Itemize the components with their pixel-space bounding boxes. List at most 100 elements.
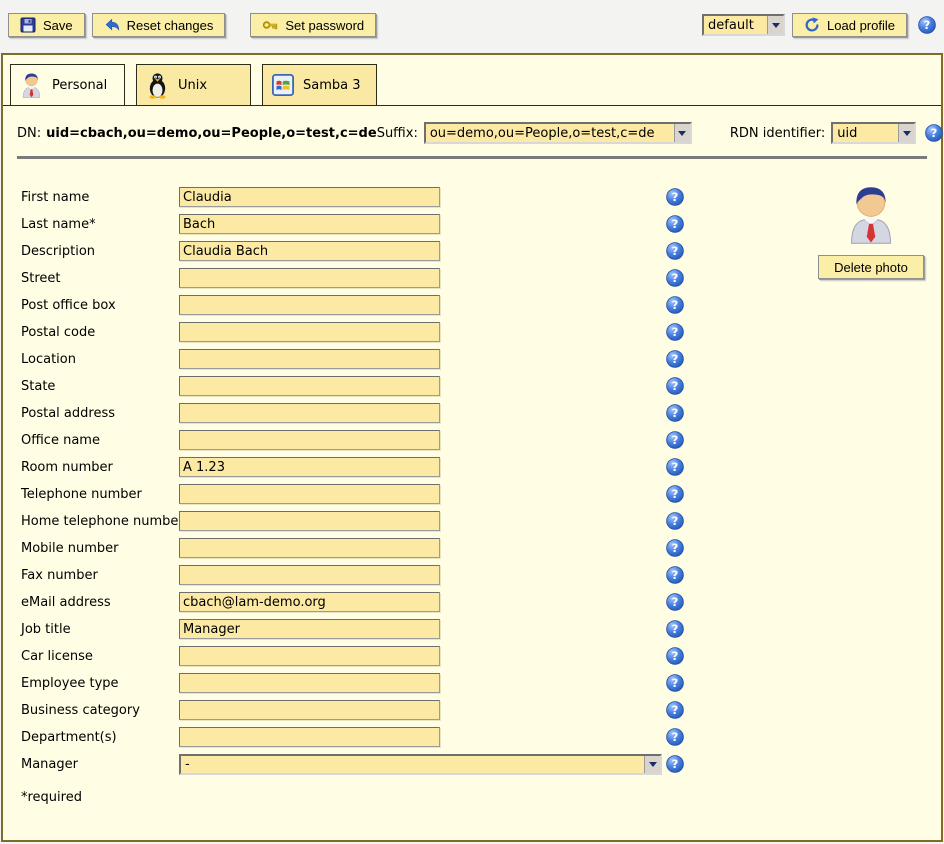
tab-unix-label: Unix — [178, 78, 207, 93]
help-icon[interactable]: ? — [666, 701, 684, 719]
svg-text:?: ? — [672, 271, 679, 285]
help-icon[interactable]: ? — [666, 593, 684, 611]
dropdown-arrow-icon[interactable] — [898, 124, 914, 142]
home-telephone-number-input[interactable] — [179, 511, 440, 531]
help-icon[interactable]: ? — [925, 124, 943, 142]
first-name-input[interactable] — [179, 187, 440, 207]
dn-bar: DN: uid=cbach,ou=demo,ou=People,o=test,c… — [17, 122, 927, 144]
description-input[interactable] — [179, 241, 440, 261]
help-icon[interactable]: ? — [666, 269, 684, 287]
postal-address-input[interactable] — [179, 403, 440, 423]
help-icon[interactable]: ? — [666, 404, 684, 422]
field-label-postal-address: Postal address — [21, 406, 179, 421]
state-input[interactable] — [179, 376, 440, 396]
windows-logo-icon — [272, 74, 294, 96]
room-number-input[interactable] — [179, 457, 440, 477]
field-row: Business category? — [21, 700, 941, 720]
help-icon[interactable]: ? — [666, 674, 684, 692]
business-category-input[interactable] — [179, 700, 440, 720]
dropdown-arrow-icon[interactable] — [674, 124, 690, 142]
manager-select[interactable]: - — [179, 754, 662, 775]
field-row: Postal code? — [21, 322, 941, 342]
field-row: Fax number? — [21, 565, 941, 585]
street-input[interactable] — [179, 268, 440, 288]
help-icon[interactable]: ? — [666, 458, 684, 476]
help-icon[interactable]: ? — [666, 647, 684, 665]
postal-code-input[interactable] — [179, 322, 440, 342]
svg-text:?: ? — [672, 217, 679, 231]
delete-photo-button[interactable]: Delete photo — [818, 255, 924, 279]
post-office-box-input[interactable] — [179, 295, 440, 315]
job-title-input[interactable] — [179, 619, 440, 639]
help-icon[interactable]: ? — [666, 728, 684, 746]
reset-changes-button[interactable]: Reset changes — [92, 13, 226, 37]
help-icon[interactable]: ? — [666, 431, 684, 449]
field-row: State? — [21, 376, 941, 396]
field-row: Car license? — [21, 646, 941, 666]
mobile-number-input[interactable] — [179, 538, 440, 558]
suffix-select[interactable]: ou=demo,ou=People,o=test,c=de — [424, 122, 692, 144]
department-s-input[interactable] — [179, 727, 440, 747]
svg-text:?: ? — [672, 433, 679, 447]
field-row: Manager-? — [21, 754, 941, 774]
field-label-office-name: Office name — [21, 433, 179, 448]
field-row: Post office box? — [21, 295, 941, 315]
undo-arrow-icon — [104, 17, 120, 33]
help-icon[interactable]: ? — [666, 485, 684, 503]
telephone-number-input[interactable] — [179, 484, 440, 504]
svg-text:?: ? — [672, 649, 679, 663]
field-label-post-office-box: Post office box — [21, 298, 179, 313]
help-icon[interactable]: ? — [666, 242, 684, 260]
help-icon[interactable]: ? — [666, 755, 684, 773]
field-row: Job title? — [21, 619, 941, 639]
set-password-button[interactable]: Set password — [250, 13, 376, 37]
help-icon[interactable]: ? — [666, 188, 684, 206]
save-button-label: Save — [43, 18, 73, 33]
help-icon[interactable]: ? — [666, 296, 684, 314]
office-name-input[interactable] — [179, 430, 440, 450]
help-icon[interactable]: ? — [666, 620, 684, 638]
email-address-input[interactable] — [179, 592, 440, 612]
help-icon[interactable]: ? — [666, 539, 684, 557]
profile-select-value: default — [704, 16, 767, 34]
personal-form: First name?Last name*?Description?Street… — [3, 159, 941, 805]
suffix-select-value: ou=demo,ou=People,o=test,c=de — [426, 124, 674, 142]
field-label-location: Location — [21, 352, 179, 367]
location-input[interactable] — [179, 349, 440, 369]
help-icon[interactable]: ? — [666, 323, 684, 341]
field-label-manager: Manager — [21, 757, 179, 772]
help-icon[interactable]: ? — [918, 16, 936, 34]
photo-column: Delete photo — [815, 181, 927, 279]
help-icon[interactable]: ? — [666, 566, 684, 584]
field-label-business-category: Business category — [21, 703, 179, 718]
last-name-input[interactable] — [179, 214, 440, 234]
fax-number-input[interactable] — [179, 565, 440, 585]
profile-select[interactable]: default — [702, 14, 785, 36]
user-icon — [20, 71, 43, 99]
rdn-identifier-label: RDN identifier: — [730, 126, 825, 141]
field-label-email-address: eMail address — [21, 595, 179, 610]
floppy-disk-icon — [20, 17, 36, 33]
field-label-last-name: Last name* — [21, 217, 179, 232]
tab-personal[interactable]: Personal — [10, 64, 125, 105]
field-row: Employee type? — [21, 673, 941, 693]
help-icon[interactable]: ? — [666, 377, 684, 395]
rdn-identifier-select[interactable]: uid — [831, 122, 916, 144]
dropdown-arrow-icon[interactable] — [767, 16, 783, 34]
field-row: Location? — [21, 349, 941, 369]
help-icon[interactable]: ? — [666, 215, 684, 233]
car-license-input[interactable] — [179, 646, 440, 666]
load-profile-button[interactable]: Load profile — [792, 13, 907, 37]
employee-type-input[interactable] — [179, 673, 440, 693]
svg-text:?: ? — [672, 622, 679, 636]
tab-samba3[interactable]: Samba 3 — [262, 64, 377, 105]
svg-text:?: ? — [672, 460, 679, 474]
save-button[interactable]: Save — [8, 13, 85, 37]
help-icon[interactable]: ? — [666, 512, 684, 530]
dropdown-arrow-icon[interactable] — [644, 756, 660, 773]
tab-unix[interactable]: Unix — [136, 64, 251, 105]
field-label-postal-code: Postal code — [21, 325, 179, 340]
module-tabbar: Personal Unix Samba 3 — [3, 55, 941, 106]
field-row: Mobile number? — [21, 538, 941, 558]
help-icon[interactable]: ? — [666, 350, 684, 368]
